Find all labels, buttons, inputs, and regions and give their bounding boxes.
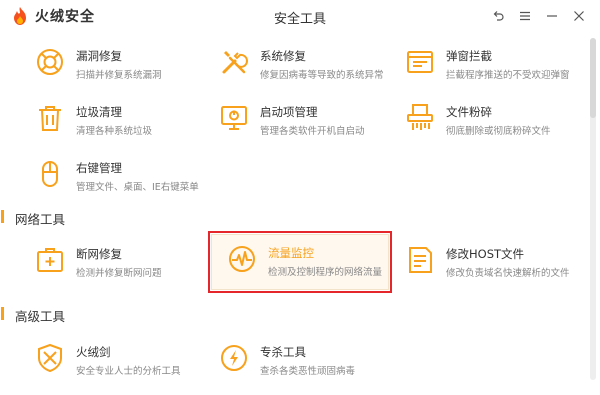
crossed-swords-icon: [38, 343, 62, 373]
tool-name: 漏洞修复: [76, 49, 122, 63]
tool-name: 专杀工具: [260, 345, 306, 359]
tool-desc: 修改负责域名快速解析的文件: [446, 268, 570, 279]
tool-leak-fix[interactable]: 漏洞修复 扫描并修复系统漏洞: [20, 38, 200, 90]
tool-desc: 彻底删除或彻底粉碎文件: [446, 126, 551, 137]
shield-bolt-icon: [221, 345, 247, 371]
close-button[interactable]: [566, 6, 592, 26]
lifebuoy-icon: [37, 49, 63, 75]
medkit-icon: [37, 248, 63, 272]
menu-icon: [520, 11, 530, 21]
tool-right-click-manager[interactable]: 右键管理 管理文件、桌面、IE右键菜单: [20, 150, 200, 202]
tool-name: 弹窗拦截: [446, 49, 492, 63]
window-controls: [484, 6, 592, 26]
minimize-button[interactable]: [539, 6, 565, 26]
tool-startup-manager[interactable]: 启动项管理 管理各类软件开机自启动: [204, 94, 384, 146]
wrench-screwdriver-icon: [222, 51, 248, 74]
close-icon: [574, 11, 584, 21]
tool-desc: 查杀各类恶性顽固病毒: [260, 366, 356, 377]
tool-name: 文件粉碎: [446, 105, 492, 119]
document-edit-icon: [409, 247, 432, 273]
tool-desc: 扫描并修复系统漏洞: [76, 70, 162, 81]
trash-icon: [39, 106, 61, 131]
tool-name: 启动项管理: [260, 105, 318, 119]
tool-name: 系统修复: [260, 49, 306, 63]
tool-network-fix[interactable]: 断网修复 检测并修复断网问题: [20, 236, 200, 288]
tool-name: 右键管理: [76, 161, 122, 175]
tool-popup-block[interactable]: 弹窗拦截 拦截程序推送的不受欢迎弹窗: [390, 38, 570, 90]
tool-name: 修改HOST文件: [446, 247, 525, 261]
back-button[interactable]: [485, 6, 511, 26]
tool-desc: 清理各种系统垃圾: [76, 126, 153, 137]
tool-huorong-sword[interactable]: 火绒剑 安全专业人士的分析工具: [20, 334, 200, 386]
tool-desc: 管理文件、桌面、IE右键菜单: [76, 182, 199, 193]
minimize-icon: [547, 15, 557, 17]
mouse-icon: [42, 161, 58, 187]
section-title-network: 网络工具: [0, 209, 65, 228]
tool-desc: 安全专业人士的分析工具: [76, 366, 181, 377]
back-icon: [493, 11, 504, 21]
scrollbar[interactable]: [590, 38, 596, 380]
tool-junk-clean[interactable]: 垃圾清理 清理各种系统垃圾: [20, 94, 200, 146]
tool-name: 垃圾清理: [76, 105, 122, 119]
tool-system-fix[interactable]: 系统修复 修复因病毒等导致的系统异常: [204, 38, 384, 90]
section-title-advanced: 高级工具: [0, 306, 65, 325]
tool-desc: 管理各类软件开机自启动: [260, 126, 365, 137]
shredder-icon: [407, 104, 433, 130]
window-block-icon: [407, 51, 433, 73]
tool-name: 断网修复: [76, 247, 122, 261]
tool-desc: 检测及控制程序的网络流量: [268, 267, 383, 278]
tool-traffic-monitor[interactable]: 流量监控 检测及控制程序的网络流量: [211, 234, 389, 290]
tool-special-killer[interactable]: 专杀工具 查杀各类恶性顽固病毒: [204, 334, 384, 386]
tool-modify-hosts[interactable]: 修改HOST文件 修改负责域名快速解析的文件: [390, 236, 570, 288]
tool-desc: 拦截程序推送的不受欢迎弹窗: [446, 70, 570, 81]
tool-name: 流量监控: [268, 246, 314, 260]
pulse-icon: [229, 246, 255, 272]
tool-desc: 修复因病毒等导致的系统异常: [260, 70, 384, 81]
tool-file-shred[interactable]: 文件粉碎 彻底删除或彻底粉碎文件: [390, 94, 570, 146]
tool-desc: 检测并修复断网问题: [76, 268, 162, 279]
title-bar: 火绒安全 安全工具: [0, 0, 600, 32]
scrollbar-thumb[interactable]: [590, 38, 596, 118]
tool-name: 火绒剑: [76, 345, 111, 359]
menu-button[interactable]: [512, 6, 538, 26]
monitor-icon: [221, 106, 247, 130]
